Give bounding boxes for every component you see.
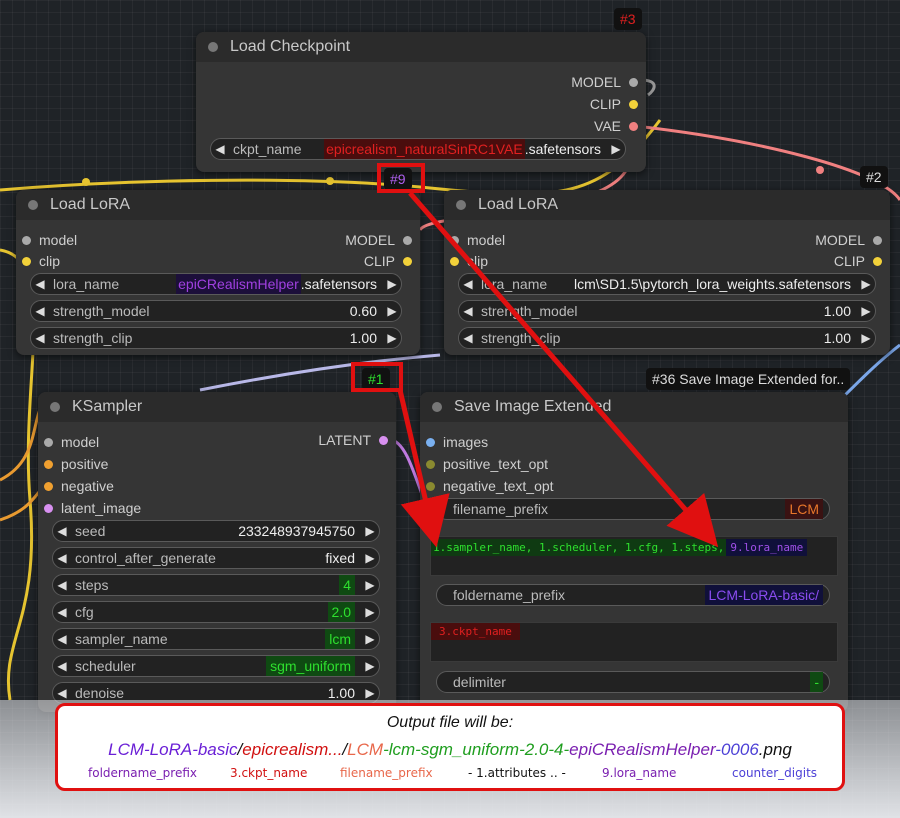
output-filename-callout: Output file will be: LCM-LoRA-basic/epic… bbox=[55, 703, 845, 791]
path-part-filename: LCM bbox=[347, 740, 384, 759]
path-part-attributes: -lcm-sgm_uniform-2.0-4- bbox=[383, 740, 570, 759]
legend-lora-name: 9.lora_name bbox=[602, 766, 677, 780]
path-part-lora: epiCRealismHelper bbox=[569, 740, 716, 759]
path-part-ckpt: epicrealism... bbox=[242, 740, 343, 759]
callout-title: Output file will be: bbox=[386, 714, 514, 731]
annotation-arrows bbox=[397, 191, 719, 548]
output-path: LCM-LoRA-basic/epicrealism.../LCM-lcm-sg… bbox=[58, 740, 842, 760]
legend-counter-digits: counter_digits bbox=[732, 766, 818, 780]
legend-ckpt-name: 3.ckpt_name bbox=[230, 766, 308, 780]
legend-attributes: - 1.attributes .. - bbox=[468, 766, 566, 780]
arrow-9-to-lora-name bbox=[408, 191, 719, 548]
arrow-1-to-attributes bbox=[397, 389, 450, 548]
path-part-counter: -0006 bbox=[715, 740, 759, 759]
path-part-ext: .png bbox=[758, 740, 792, 759]
legend-foldername-prefix: foldername_prefix bbox=[88, 766, 197, 780]
legend-filename-prefix: filename_prefix bbox=[340, 766, 433, 780]
path-part-folder: LCM-LoRA-basic bbox=[108, 740, 238, 759]
